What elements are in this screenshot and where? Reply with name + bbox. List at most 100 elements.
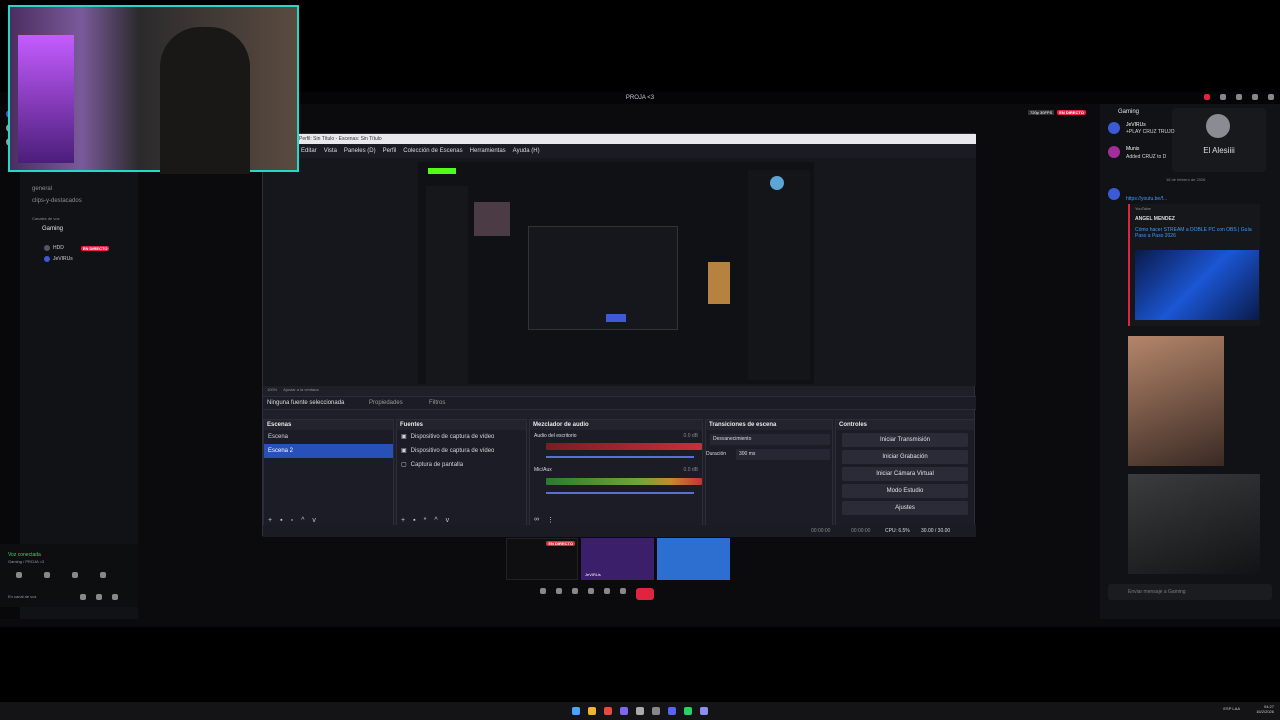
link-icon[interactable]: ∞ xyxy=(534,516,539,524)
inbox-icon[interactable] xyxy=(1204,94,1210,100)
preview-webcam xyxy=(474,202,510,236)
menu-item[interactable]: Colección de Escenas xyxy=(403,148,462,154)
date-divider: 16 de febrero de 2026 xyxy=(1166,177,1206,182)
scene-item-selected[interactable]: Escena 2 xyxy=(264,444,393,458)
app-icon[interactable] xyxy=(636,707,644,715)
quality-badge: 720p 30FPS xyxy=(1028,110,1055,115)
transition-select[interactable]: Desvanecimiento xyxy=(710,434,830,445)
windows-start-icon[interactable] xyxy=(572,707,580,715)
file-explorer-icon[interactable] xyxy=(588,707,596,715)
menu-item[interactable]: Vista xyxy=(324,148,337,154)
fit-label[interactable]: Ajustar a la ventana xyxy=(283,387,318,392)
settings-button[interactable]: Ajustes xyxy=(842,501,968,515)
mixer-channel-db: 0.0 dB xyxy=(683,433,698,439)
soundboard-icon[interactable] xyxy=(100,572,106,578)
preview-image xyxy=(708,262,730,304)
studio-mode-button[interactable]: Modo Estudio xyxy=(842,484,968,498)
volume-meter xyxy=(546,478,702,485)
up-icon[interactable]: ^ xyxy=(301,517,304,524)
audio-mixer-dock: Mezclador de audio Audio del escritorio … xyxy=(529,419,703,527)
activity-icon[interactable] xyxy=(72,572,78,578)
mic-icon[interactable] xyxy=(80,594,86,600)
app-icon[interactable] xyxy=(620,707,628,715)
menu-item[interactable]: Ayuda (H) xyxy=(513,148,540,154)
menu-item[interactable]: Paneles (D) xyxy=(344,148,376,154)
call-tile[interactable]: EN DIRECTO xyxy=(506,538,578,580)
delete-icon[interactable]: ▪ xyxy=(413,517,415,524)
obs-icon[interactable] xyxy=(700,707,708,715)
menu-item[interactable]: Herramientas xyxy=(470,148,506,154)
chat-image[interactable] xyxy=(1128,474,1260,574)
gear-icon[interactable] xyxy=(112,594,118,600)
minimize-icon[interactable] xyxy=(1236,94,1242,100)
gear-icon[interactable]: * xyxy=(424,517,427,524)
start-recording-button[interactable]: Iniciar Grabación xyxy=(842,450,968,464)
message-link[interactable]: https://youtu.be/f... xyxy=(1126,196,1167,202)
app-icon[interactable] xyxy=(604,707,612,715)
discord-icon[interactable] xyxy=(668,707,676,715)
source-item[interactable]: ▣ Dispositivo de captura de vídeo xyxy=(397,430,526,444)
language-indicator[interactable]: ESP LAA xyxy=(1223,706,1240,711)
screen-share-icon[interactable] xyxy=(572,588,578,594)
properties-button[interactable]: Propiedades xyxy=(369,400,403,406)
screen-share-icon[interactable] xyxy=(44,572,50,578)
voice-user[interactable]: JeVIRUs xyxy=(44,256,73,262)
volume-slider[interactable] xyxy=(546,492,694,494)
pc-case xyxy=(18,35,74,163)
stream-preview[interactable] xyxy=(418,162,814,384)
app-icon[interactable] xyxy=(652,707,660,715)
streamer xyxy=(160,27,250,174)
help-icon[interactable] xyxy=(1220,94,1226,100)
transitions-dock: Transiciones de escena Desvanecimiento D… xyxy=(705,419,833,527)
embed-thumbnail[interactable] xyxy=(1135,250,1259,320)
voice-user[interactable]: HDD EN DIRECTO xyxy=(44,245,110,251)
source-item[interactable]: ▣ Dispositivo de captura de vídeo xyxy=(397,444,526,458)
more-icon[interactable] xyxy=(620,588,626,594)
scene-item[interactable]: Escena xyxy=(264,430,393,444)
camera-icon[interactable] xyxy=(16,572,22,578)
call-tile[interactable] xyxy=(657,538,730,580)
disconnect-button[interactable] xyxy=(636,588,654,600)
tile-label: JeVIRUs xyxy=(585,572,601,577)
embed-title[interactable]: Cómo hacer STREAM a DOBLE PC con OBS | G… xyxy=(1135,227,1259,239)
start-virtual-camera-button[interactable]: Iniciar Cámara Virtual xyxy=(842,467,968,481)
menu-item[interactable]: Editar xyxy=(301,148,317,154)
no-source-label: Ninguna fuente seleccionada xyxy=(267,400,345,406)
camera-icon[interactable] xyxy=(556,588,562,594)
whatsapp-icon[interactable] xyxy=(684,707,692,715)
clock[interactable]: 04:27 16/2/2026 xyxy=(1256,704,1274,714)
down-icon[interactable]: v xyxy=(312,517,316,524)
voice-channel-gaming[interactable]: Gaming xyxy=(42,226,63,232)
headphones-icon[interactable] xyxy=(96,594,102,600)
menu-icon[interactable]: ⋮ xyxy=(547,516,554,524)
delete-icon[interactable]: ▪ xyxy=(280,517,282,524)
channel-clips[interactable]: clips-y-destacados xyxy=(32,198,82,204)
activity-icon[interactable] xyxy=(588,588,594,594)
obs-title: Perfil: Sin Título - Escenas: Sin Título xyxy=(263,134,976,144)
volume-slider[interactable] xyxy=(546,456,694,458)
add-icon[interactable]: + xyxy=(401,517,405,524)
chat-image[interactable] xyxy=(1128,336,1224,466)
filters-button[interactable]: Filtros xyxy=(429,400,445,406)
config-icon[interactable]: ▫ xyxy=(291,517,293,524)
start-streaming-button[interactable]: Iniciar Transmisión xyxy=(842,433,968,447)
dock-toolbar: + ▪ * ^ v xyxy=(401,517,449,524)
add-icon[interactable]: + xyxy=(268,517,272,524)
down-icon[interactable]: v xyxy=(446,517,450,524)
message-input[interactable]: Enviar mensaje a Gaming xyxy=(1108,584,1272,600)
up-icon[interactable]: ^ xyxy=(434,517,437,524)
source-item[interactable]: ▢ Captura de pantalla xyxy=(397,458,526,472)
close-icon[interactable] xyxy=(1268,94,1274,100)
mic-icon[interactable] xyxy=(540,588,546,594)
source-label: Captura de pantalla xyxy=(410,462,464,468)
zoom-level[interactable]: 100% xyxy=(267,387,277,392)
duration-input[interactable]: 300 ms xyxy=(736,449,830,460)
maximize-icon[interactable] xyxy=(1252,94,1258,100)
soundboard-icon[interactable] xyxy=(604,588,610,594)
avatar xyxy=(1206,114,1230,138)
avatar xyxy=(44,256,50,262)
channel-general[interactable]: general xyxy=(32,186,52,192)
menu-item[interactable]: Perfil xyxy=(383,148,397,154)
call-tile[interactable]: JeVIRUs xyxy=(581,538,654,580)
user-panel: Voz conectada Gaming / PROJA <3 En canal… xyxy=(0,544,138,607)
